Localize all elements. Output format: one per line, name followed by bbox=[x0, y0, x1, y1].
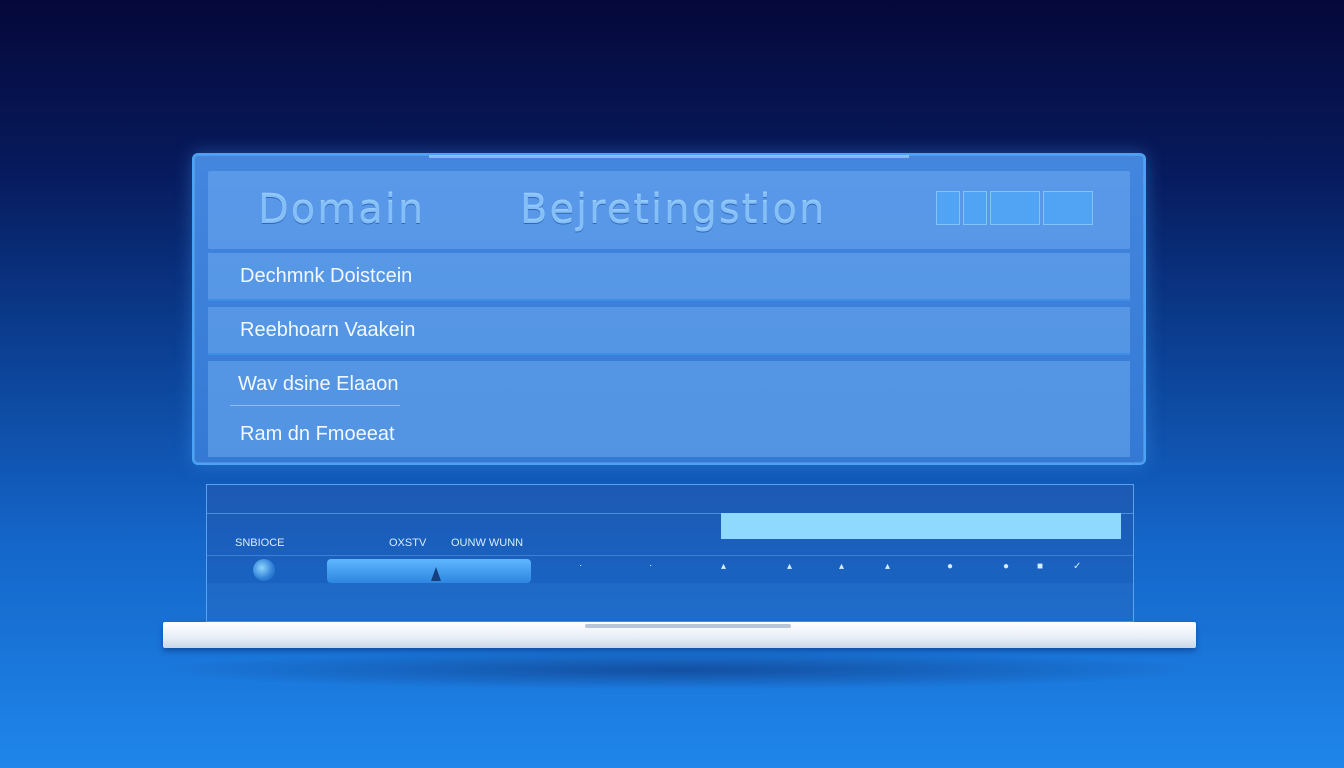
header-block-group bbox=[936, 191, 1093, 225]
header-block[interactable] bbox=[936, 191, 960, 225]
control-label[interactable]: OUNW WUNN bbox=[451, 537, 523, 549]
header-block[interactable] bbox=[963, 191, 987, 225]
list-item[interactable]: Dechmnk Doistcein bbox=[208, 253, 1130, 301]
base-notch bbox=[585, 624, 791, 628]
dot-icon[interactable]: ▴ bbox=[839, 561, 844, 572]
header-block[interactable] bbox=[1043, 191, 1093, 225]
dot-icon[interactable]: ⋅ bbox=[649, 561, 652, 572]
list-item[interactable]: Reebhoarn Vaakein bbox=[208, 307, 1130, 355]
dot-icon[interactable]: ▴ bbox=[721, 561, 726, 572]
search-input[interactable] bbox=[721, 513, 1121, 539]
header-block[interactable] bbox=[990, 191, 1040, 225]
divider bbox=[207, 555, 1133, 556]
toggle-knob-icon[interactable] bbox=[253, 559, 275, 581]
control-label[interactable]: OXSTV bbox=[389, 537, 426, 549]
dot-icon[interactable]: ▴ bbox=[885, 561, 890, 572]
list-item-label: Reebhoarn Vaakein bbox=[240, 319, 416, 341]
panel-footer bbox=[207, 583, 1133, 623]
header-title-left: Domain bbox=[258, 187, 426, 233]
divider bbox=[230, 405, 400, 406]
slider-handle[interactable] bbox=[431, 567, 441, 581]
circle-icon[interactable]: ● bbox=[1003, 561, 1009, 572]
list-item-label[interactable]: Ram dn Fmoeeat bbox=[240, 423, 395, 446]
circle-icon[interactable]: ● bbox=[947, 561, 953, 572]
check-icon[interactable]: ✓ bbox=[1073, 561, 1081, 572]
slider-track[interactable] bbox=[327, 559, 531, 583]
panel-header: Domain Bejretingstion bbox=[208, 171, 1130, 249]
square-icon[interactable]: ■ bbox=[1037, 561, 1043, 572]
control-label: SNBIOCE bbox=[235, 537, 285, 549]
panel-highlight bbox=[429, 155, 909, 158]
floor-glow bbox=[150, 650, 1210, 690]
domain-panel: Domain Bejretingstion Dechmnk Doistcein … bbox=[192, 153, 1146, 465]
list-item-label: Wav dsine Elaaon bbox=[238, 373, 399, 395]
dot-icon[interactable]: ▴ bbox=[787, 561, 792, 572]
device-base bbox=[163, 622, 1196, 648]
list-item-label: Dechmnk Doistcein bbox=[240, 265, 413, 287]
control-panel: SNBIOCE OXSTV OUNW WUNN ⋅ ⋅ ▴ ▴ ▴ ▴ ● ● … bbox=[206, 484, 1134, 623]
header-title-right: Bejretingstion bbox=[520, 187, 827, 233]
dot-icon[interactable]: ⋅ bbox=[579, 561, 582, 572]
